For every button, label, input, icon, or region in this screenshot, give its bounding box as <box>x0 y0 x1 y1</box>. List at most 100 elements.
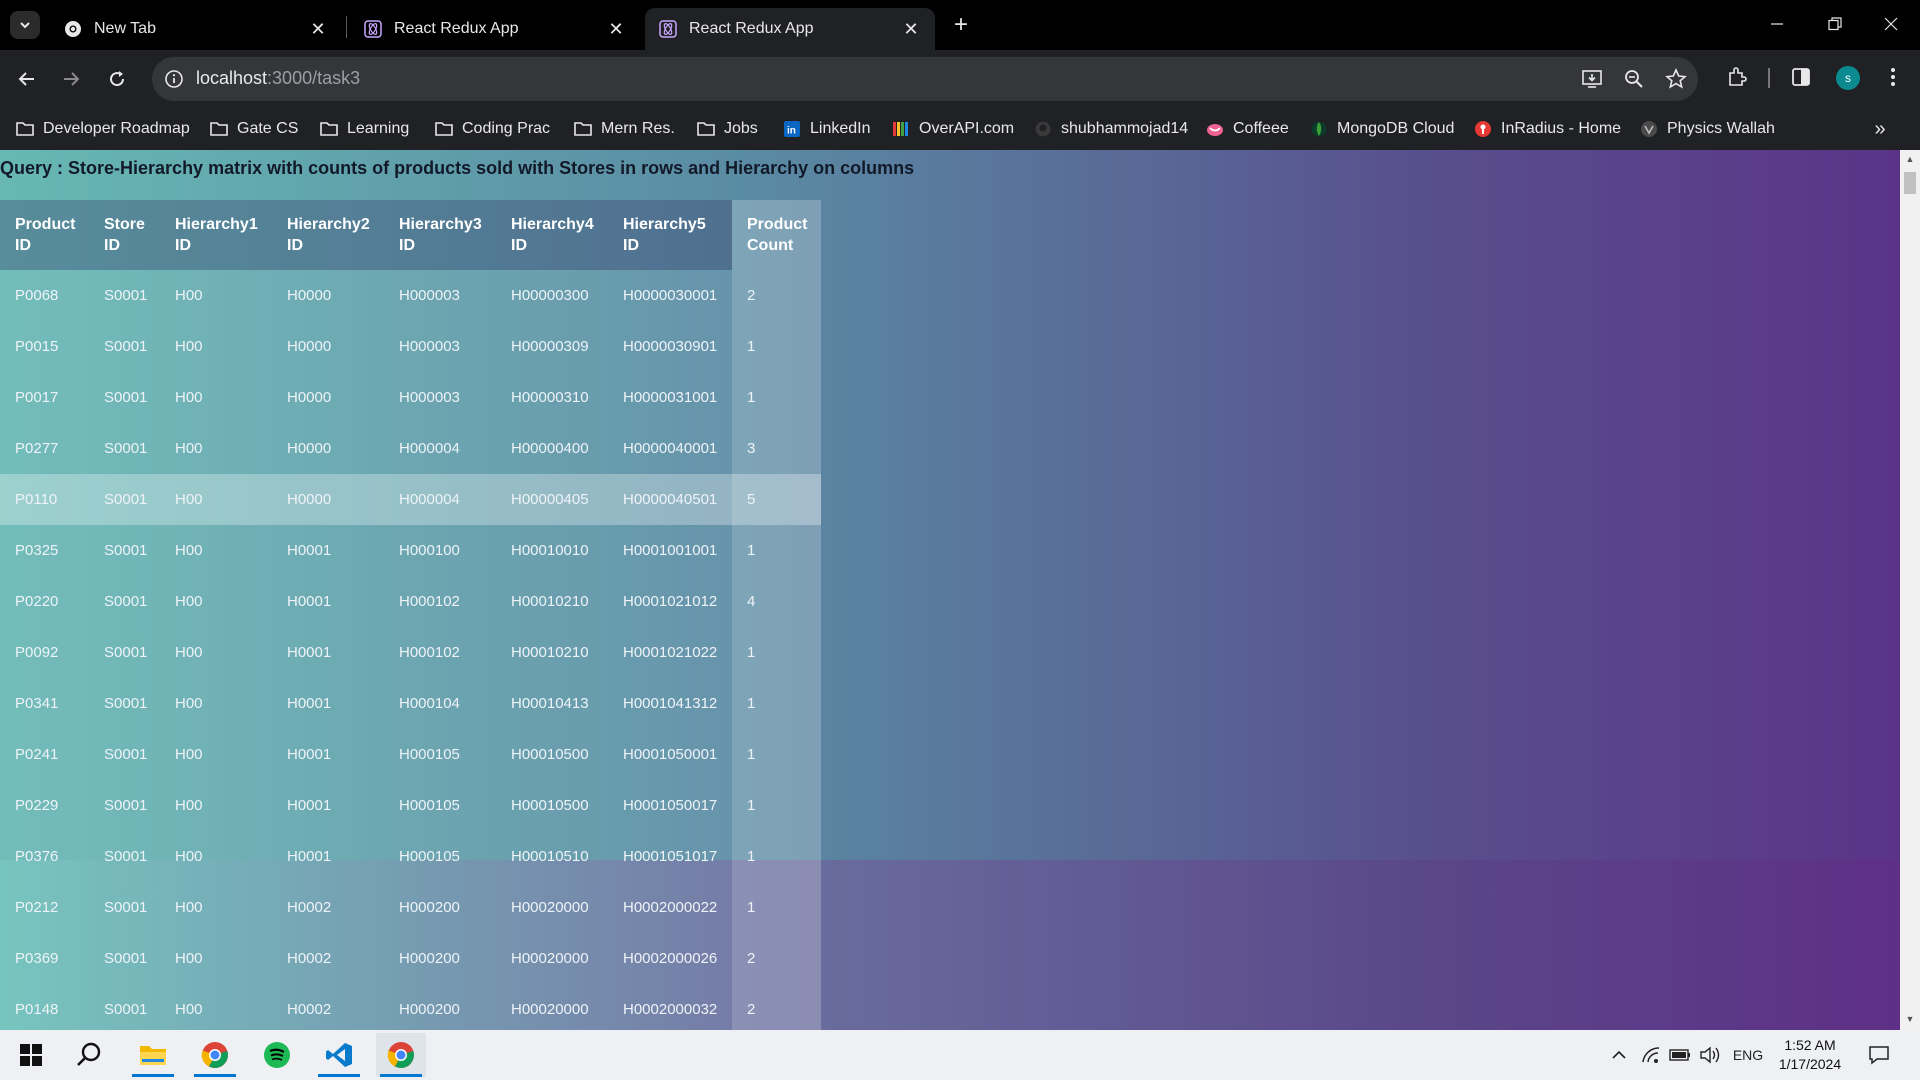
table-body: P0068 S0001 H00 H0000 H000003 H00000300 … <box>0 270 821 1030</box>
scroll-up-arrow-icon[interactable]: ▲ <box>1904 154 1916 166</box>
cell-hierarchy3-id: H000004 <box>384 474 496 525</box>
cell-hierarchy1-id: H00 <box>160 933 272 984</box>
cell-hierarchy3-id: H000003 <box>384 372 496 423</box>
cell-hierarchy2-id: H0002 <box>272 882 384 933</box>
back-button[interactable] <box>10 62 44 96</box>
bookmark-jobs[interactable]: Jobs <box>697 116 758 142</box>
minimize-button[interactable] <box>1748 0 1806 48</box>
notification-center-button[interactable] <box>1866 1043 1892 1067</box>
scroll-down-arrow-icon[interactable]: ▼ <box>1904 1014 1916 1026</box>
url-text[interactable]: localhost:3000/task3 <box>196 68 360 89</box>
cell-store-id: S0001 <box>89 270 160 321</box>
zoom-icon[interactable] <box>1622 67 1646 91</box>
start-button[interactable] <box>6 1033 56 1077</box>
bookmarks-bar: Developer Roadmap Gate CS Learning Codin… <box>0 108 1920 150</box>
table-row-hovered[interactable]: P0110 S0001 H00 H0000 H000004 H00000405 … <box>0 474 821 525</box>
site-info-icon[interactable] <box>162 67 186 91</box>
tab-close-icon[interactable]: ✕ <box>901 19 921 39</box>
table-row[interactable]: P0220 S0001 H00 H0001 H000102 H00010210 … <box>0 576 821 627</box>
more-bookmarks-button[interactable]: » <box>1866 116 1894 142</box>
tab-close-icon[interactable]: ✕ <box>308 19 328 39</box>
bookmark-overapi[interactable]: OverAPI.com <box>892 116 1014 142</box>
notification-icon <box>1869 1046 1889 1065</box>
table-row[interactable]: P0341 S0001 H00 H0001 H000104 H00010413 … <box>0 678 821 729</box>
table-row[interactable]: P0212 S0001 H00 H0002 H000200 H00020000 … <box>0 882 821 933</box>
reload-button[interactable] <box>100 62 134 96</box>
bookmark-mongodb-cloud[interactable]: MongoDB Cloud <box>1310 116 1454 142</box>
install-app-icon[interactable] <box>1580 67 1604 91</box>
forward-button[interactable] <box>54 62 88 96</box>
table-row[interactable]: P0068 S0001 H00 H0000 H000003 H00000300 … <box>0 270 821 321</box>
bookmark-label: Learning <box>347 120 410 137</box>
restore-button[interactable] <box>1806 0 1864 48</box>
tab-react-redux-app-active[interactable]: React Redux App ✕ <box>645 8 935 50</box>
bookmark-label: Jobs <box>724 120 758 137</box>
tab-search-button[interactable] <box>10 11 40 39</box>
bookmark-mern-res[interactable]: Mern Res. <box>574 116 675 142</box>
bookmark-coffeee[interactable]: Coffeee <box>1206 116 1289 142</box>
tab-new-tab[interactable]: New Tab ✕ <box>50 8 342 50</box>
taskbar-file-explorer[interactable] <box>128 1033 178 1077</box>
bookmark-label: Gate CS <box>237 120 299 137</box>
menu-kebab-icon[interactable] <box>1878 62 1908 92</box>
cell-hierarchy2-id: H0001 <box>272 576 384 627</box>
table-row[interactable]: P0376 S0001 H00 H0001 H000105 H00010510 … <box>0 831 821 882</box>
table-row[interactable]: P0369 S0001 H00 H0002 H000200 H00020000 … <box>0 933 821 984</box>
bookmark-gate-cs[interactable]: Gate CS <box>210 116 298 142</box>
cell-hierarchy4-id: H00010413 <box>496 678 608 729</box>
table-row[interactable]: P0015 S0001 H00 H0000 H000003 H00000309 … <box>0 321 821 372</box>
taskbar-chrome[interactable] <box>190 1033 240 1077</box>
input-language[interactable]: ENG <box>1730 1043 1766 1067</box>
bookmark-developer-roadmap[interactable]: Developer Roadmap <box>16 116 190 142</box>
bookmark-star-icon[interactable] <box>1664 67 1688 91</box>
address-bar[interactable]: localhost:3000/task3 <box>152 57 1698 101</box>
cell-hierarchy4-id: H00000405 <box>496 474 608 525</box>
taskbar-vscode[interactable] <box>314 1033 364 1077</box>
close-window-button[interactable] <box>1862 0 1920 48</box>
battery-status[interactable] <box>1668 1043 1692 1067</box>
side-panel-icon[interactable] <box>1786 62 1816 92</box>
vertical-scrollbar[interactable]: ▲ ▼ <box>1900 150 1920 1030</box>
cell-hierarchy1-id: H00 <box>160 270 272 321</box>
chrome-icon <box>64 20 82 38</box>
table-row[interactable]: P0017 S0001 H00 H0000 H000003 H00000310 … <box>0 372 821 423</box>
wifi-status[interactable] <box>1640 1043 1662 1067</box>
cell-hierarchy4-id: H00020000 <box>496 933 608 984</box>
profile-avatar[interactable]: s <box>1836 66 1860 90</box>
tab-close-icon[interactable]: ✕ <box>606 19 626 39</box>
cell-hierarchy4-id: H00010500 <box>496 729 608 780</box>
cell-hierarchy5-id: H0001050001 <box>608 729 732 780</box>
bookmark-learning[interactable]: Learning <box>320 116 409 142</box>
bookmark-inradius[interactable]: InRadius - Home <box>1474 116 1621 142</box>
scrollbar-thumb[interactable] <box>1904 172 1916 194</box>
cell-product-id: P0277 <box>0 423 89 474</box>
new-tab-button[interactable]: + <box>946 10 976 40</box>
table-row[interactable]: P0148 S0001 H00 H0002 H000200 H00020000 … <box>0 984 821 1030</box>
show-hidden-icons-button[interactable] <box>1608 1043 1630 1067</box>
cell-hierarchy5-id: H0001001001 <box>608 525 732 576</box>
cell-hierarchy2-id: H0002 <box>272 984 384 1030</box>
taskbar-search-button[interactable] <box>64 1033 114 1077</box>
table-row[interactable]: P0229 S0001 H00 H0001 H000105 H00010500 … <box>0 780 821 831</box>
bookmark-label: Physics Wallah <box>1667 120 1775 137</box>
table-row[interactable]: P0325 S0001 H00 H0001 H000100 H00010010 … <box>0 525 821 576</box>
system-clock[interactable]: 1:52 AM 1/17/2024 <box>1770 1036 1850 1074</box>
table-row[interactable]: P0241 S0001 H00 H0001 H000105 H00010500 … <box>0 729 821 780</box>
folder-icon <box>574 120 592 138</box>
cell-product-id: P0017 <box>0 372 89 423</box>
extensions-icon[interactable] <box>1722 62 1752 92</box>
table-row[interactable]: P0277 S0001 H00 H0000 H000004 H00000400 … <box>0 423 821 474</box>
taskbar-chrome-active[interactable] <box>376 1033 426 1077</box>
bookmark-physics-wallah[interactable]: Physics Wallah <box>1640 116 1775 142</box>
cell-hierarchy5-id: H0002000026 <box>608 933 732 984</box>
bookmark-linkedin[interactable]: in LinkedIn <box>783 116 871 142</box>
volume-control[interactable] <box>1698 1043 1722 1067</box>
svg-text:in: in <box>787 126 796 137</box>
bookmark-github[interactable]: shubhammojad14 <box>1034 116 1188 142</box>
cell-hierarchy2-id: H0001 <box>272 780 384 831</box>
tab-react-redux-app[interactable]: React Redux App ✕ <box>350 8 640 50</box>
cell-hierarchy5-id: H0002000022 <box>608 882 732 933</box>
taskbar-spotify[interactable] <box>252 1033 302 1077</box>
bookmark-coding-prac[interactable]: Coding Prac <box>435 116 550 142</box>
table-row[interactable]: P0092 S0001 H00 H0001 H000102 H00010210 … <box>0 627 821 678</box>
